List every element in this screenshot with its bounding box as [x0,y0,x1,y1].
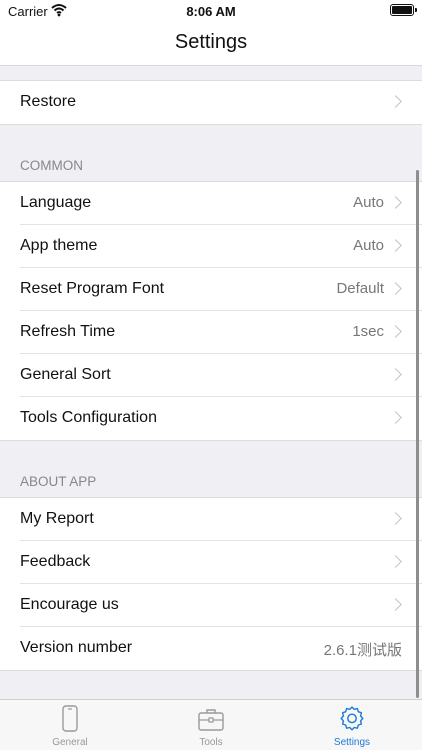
gear-icon [340,706,364,731]
toolbox-icon [198,709,224,731]
section-title: ABOUT APP [20,474,97,489]
language-row[interactable]: Language Auto [20,182,422,225]
page-title: Settings [174,31,248,53]
chevron-right-icon [389,555,402,568]
navigation-bar: Settings [0,22,422,66]
reset-program-font-row[interactable]: Reset Program Font Default [20,268,422,311]
tab-general[interactable]: General [0,700,140,750]
version-number-row: Version number 2.6.1测试版 [20,627,422,670]
status-bar: Carrier 8:06 AM [0,0,422,22]
phone-icon [62,705,78,732]
chevron-right-icon [389,598,402,611]
chevron-right-icon [389,196,402,209]
row-label: Tools Configuration [20,409,157,426]
clock-time: 8:06 AM [186,4,236,19]
version-value: 2.6.1测试版 [323,642,402,659]
row-label: Language [20,194,92,211]
row-label: App theme [20,237,98,254]
row-label: General Sort [20,366,111,383]
row-value: Auto [353,237,384,254]
tab-label: General [52,737,88,748]
scroll-indicator[interactable] [416,170,419,698]
tab-tools[interactable]: Tools [141,700,281,750]
top-group: Restore [0,80,422,125]
tab-label: Tools [199,737,223,748]
row-value: 1sec [352,323,384,340]
chevron-right-icon [389,95,402,108]
chevron-right-icon [389,282,402,295]
row-label: Reset Program Font [20,280,165,297]
chevron-right-icon [389,368,402,381]
tab-settings[interactable]: Settings [282,700,422,750]
about-group: My Report Feedback Encourage us Version … [0,497,422,671]
row-label: Encourage us [20,596,119,613]
chevron-right-icon [389,239,402,252]
chevron-right-icon [389,325,402,338]
general-sort-row[interactable]: General Sort [20,354,422,397]
tab-bar: General Tools Settings [0,699,422,750]
tab-label: Settings [333,737,371,748]
row-label: Refresh Time [20,323,116,340]
row-value: Default [336,280,384,297]
battery-icon [390,4,417,16]
settings-list[interactable]: Restore COMMON Language Auto App theme A… [0,66,422,699]
row-value: Auto [353,194,384,211]
row-label: Feedback [20,553,91,570]
encourage-us-row[interactable]: Encourage us [20,584,422,627]
chevron-right-icon [389,512,402,525]
row-label: Restore [20,93,77,110]
feedback-row[interactable]: Feedback [20,541,422,584]
section-header-about: ABOUT APP [0,441,422,497]
chevron-right-icon [389,411,402,424]
tools-configuration-row[interactable]: Tools Configuration [20,397,422,440]
restore-row[interactable]: Restore [20,81,422,124]
section-header-common: COMMON [0,125,422,181]
my-report-row[interactable]: My Report [20,498,422,541]
row-label: Version number [20,639,133,656]
app-theme-row[interactable]: App theme Auto [20,225,422,268]
row-label: My Report [20,510,94,527]
refresh-time-row[interactable]: Refresh Time 1sec [20,311,422,354]
section-title: COMMON [20,158,83,173]
common-group: Language Auto App theme Auto Reset Progr… [0,181,422,441]
